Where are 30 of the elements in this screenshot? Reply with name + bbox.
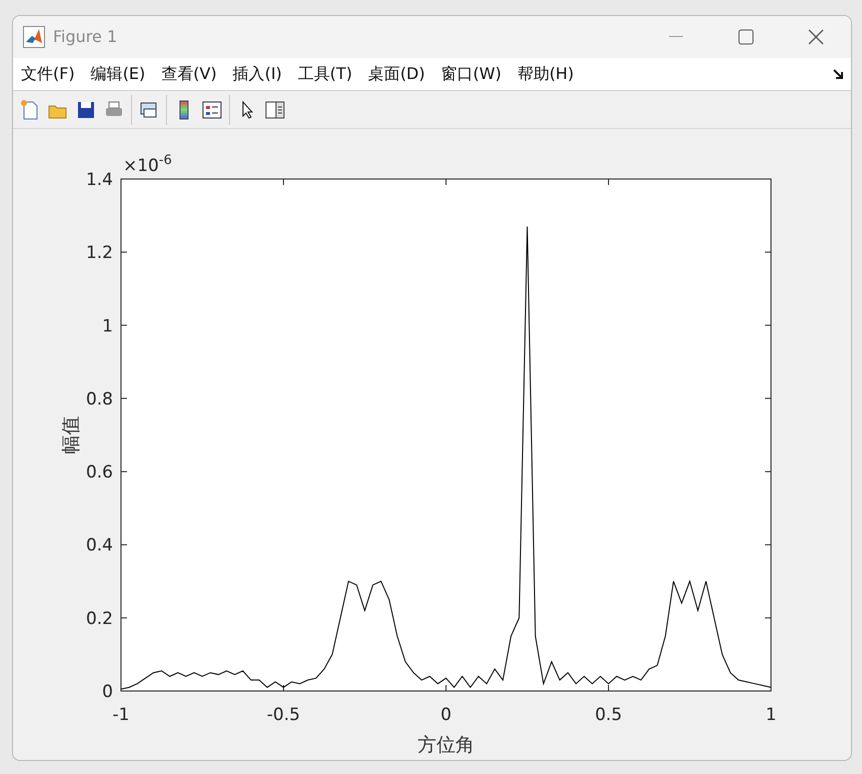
x-tick-label: 0.5 (594, 705, 622, 725)
x-tick-label: 0 (440, 705, 452, 725)
menu-item[interactable]: 桌面(D) (367, 62, 426, 86)
axis-exponent: ×10$^{-6}$ (123, 153, 172, 176)
y-tick-label: 0 (102, 682, 113, 702)
x-tick-label: -1 (112, 705, 130, 725)
menu-item[interactable]: 插入(I) (232, 62, 283, 86)
y-tick-label: 0.6 (86, 462, 113, 483)
menu-item[interactable]: 编辑(E) (90, 62, 146, 86)
close-icon (808, 29, 824, 45)
app-logo-icon (23, 26, 45, 48)
menu-item[interactable]: 查看(V) (160, 62, 218, 86)
maximize-icon (738, 29, 754, 45)
minimize-icon (669, 36, 683, 38)
y-tick-label: 1.4 (86, 170, 113, 190)
y-tick-label: 0.4 (86, 536, 113, 556)
menu-item[interactable]: 工具(T) (296, 62, 354, 86)
y-tick-label: 1.2 (86, 243, 113, 264)
dock-arrow-icon[interactable] (833, 68, 845, 80)
y-axis-label: 幅值 (60, 416, 82, 454)
menu-item[interactable]: 文件(F) (20, 62, 76, 86)
x-tick-label: -0.5 (266, 705, 300, 725)
x-tick-label: 1 (766, 705, 776, 725)
menu-item[interactable]: 窗口(W) (440, 62, 502, 86)
y-tick-label: 0.2 (86, 608, 113, 629)
menu-item[interactable]: 帮助(H) (516, 62, 575, 86)
y-tick-label: 0.8 (86, 389, 113, 410)
window-title: Figure 1 (53, 26, 118, 48)
x-axis-label: 方位角 (418, 734, 474, 756)
y-tick-label: 1 (102, 316, 113, 336)
